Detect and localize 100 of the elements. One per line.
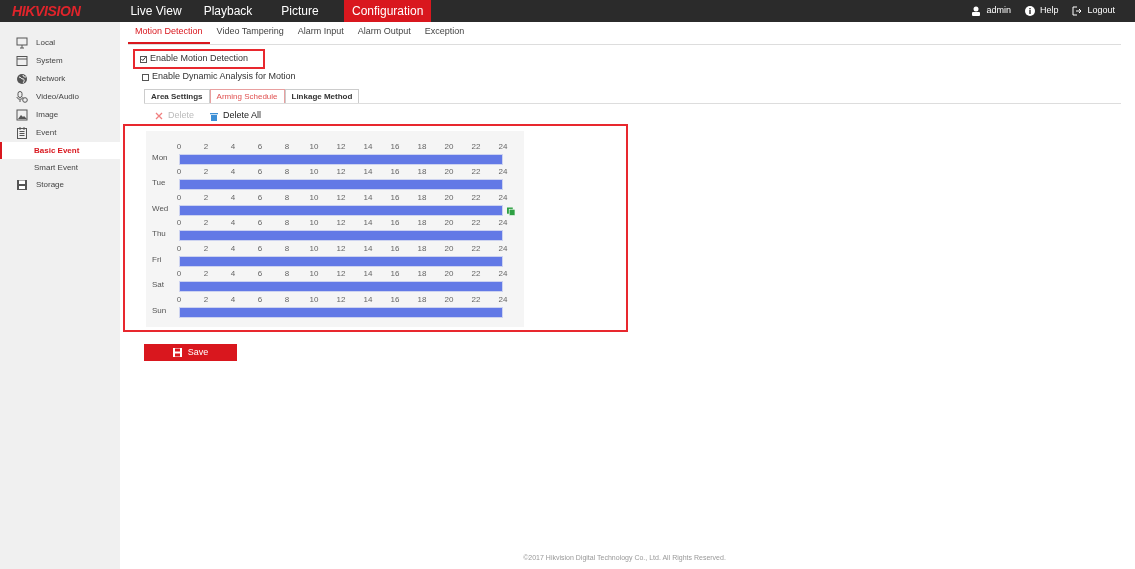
microphone-icon [16, 91, 28, 103]
schedule-bar[interactable] [179, 153, 503, 165]
sidebar-subitem[interactable]: Basic Event [0, 142, 120, 159]
sidebar-item[interactable]: Local [0, 34, 120, 52]
step-tab[interactable]: Arming Schedule [209, 89, 285, 103]
logout-icon [1072, 6, 1083, 16]
hour-label: 20 [444, 166, 454, 177]
schedule-bar[interactable] [179, 281, 503, 292]
sidebar-item[interactable]: System [0, 52, 120, 70]
step-tab[interactable]: Area Settings [144, 89, 210, 103]
user-icon [971, 6, 982, 16]
hour-label: 18 [417, 268, 427, 279]
hour-label: 2 [203, 293, 209, 305]
hour-label: 24 [498, 293, 508, 305]
hour-label: 24 [498, 268, 508, 279]
hour-label: 10 [309, 293, 319, 305]
hour-label: 14 [363, 268, 373, 279]
copy-icon[interactable] [507, 206, 515, 216]
hour-label: 16 [390, 191, 400, 203]
logo: HIKVISION [11, 1, 82, 21]
nav-tab[interactable]: Configuration [344, 0, 432, 22]
checkbox-option[interactable]: Enable Motion Detection [140, 52, 249, 66]
hour-label: 6 [257, 268, 263, 279]
hour-label: 2 [203, 242, 209, 254]
hour-label: 4 [230, 166, 236, 177]
hour-label: 6 [257, 217, 263, 228]
tab[interactable]: Exception [417, 24, 472, 44]
hour-label: 18 [417, 140, 427, 152]
monitor-icon [16, 37, 28, 49]
hour-label: 0 [176, 293, 182, 305]
day-label: Thu [152, 228, 167, 240]
hour-label: 2 [203, 217, 209, 228]
checkbox[interactable] [142, 73, 149, 81]
step-tab[interactable]: Linkage Method [284, 89, 360, 103]
hour-label: 20 [444, 293, 454, 305]
hour-label: 20 [444, 140, 454, 152]
schedule-bar[interactable] [179, 230, 503, 241]
hour-label: 16 [390, 242, 400, 254]
nav-tab[interactable]: Playback [192, 0, 264, 22]
day-label: Fri [152, 253, 163, 266]
hour-label: 16 [390, 166, 400, 177]
hour-label: 18 [417, 166, 427, 177]
hour-label: 10 [309, 191, 319, 203]
window-icon [16, 55, 28, 67]
sidebar-item[interactable]: Image [0, 106, 120, 124]
hour-label: 10 [309, 140, 319, 152]
schedule-bar[interactable] [179, 179, 503, 190]
hour-label: 24 [498, 242, 508, 254]
tab[interactable]: Video Tampering [209, 24, 291, 44]
nav-tab[interactable]: Live View [120, 0, 192, 22]
calendar-icon [16, 127, 28, 139]
checkbox-option[interactable]: Enable Dynamic Analysis for Motion [133, 69, 1121, 85]
hour-label: 8 [284, 293, 290, 305]
hour-label: 22 [471, 293, 481, 305]
save-button[interactable]: Save [144, 344, 237, 361]
sidebar-subitem[interactable]: Smart Event [0, 159, 120, 176]
image-icon [16, 109, 28, 121]
hour-label: 14 [363, 166, 373, 177]
hour-label: 10 [309, 268, 319, 279]
tab[interactable]: Alarm Output [350, 24, 418, 44]
day-label: Sat [152, 279, 165, 291]
hour-label: 12 [336, 217, 346, 228]
hour-label: 8 [284, 217, 290, 228]
info-icon [1024, 6, 1035, 16]
hour-label: 4 [230, 242, 236, 254]
hour-label: 18 [417, 293, 427, 305]
hour-label: 22 [471, 242, 481, 254]
hour-label: 0 [176, 166, 182, 177]
sidebar-item[interactable]: Video/Audio [0, 88, 120, 106]
hour-label: 2 [203, 166, 209, 177]
hour-label: 18 [417, 242, 427, 254]
sidebar-item[interactable]: Event [0, 124, 120, 142]
hour-label: 0 [176, 268, 182, 279]
header-link[interactable]: Help [1024, 4, 1059, 18]
toolbar-button[interactable]: Delete All [210, 109, 262, 123]
tab[interactable]: Alarm Input [290, 24, 351, 44]
hour-label: 12 [336, 140, 346, 152]
day-label: Sun [152, 304, 168, 317]
sidebar-item[interactable]: Storage [0, 176, 120, 194]
hour-label: 20 [444, 191, 454, 203]
header-link[interactable]: Logout [1072, 4, 1115, 18]
sidebar-item[interactable]: Network [0, 70, 120, 88]
header-link[interactable]: admin [971, 4, 1011, 18]
schedule-bar[interactable] [179, 204, 503, 216]
hour-label: 12 [336, 268, 346, 279]
schedule-bar[interactable] [179, 255, 503, 267]
hour-label: 6 [257, 140, 263, 152]
hour-label: 20 [444, 242, 454, 254]
hour-label: 4 [230, 217, 236, 228]
hour-label: 4 [230, 268, 236, 279]
schedule-bar[interactable] [179, 306, 503, 318]
hour-label: 10 [309, 166, 319, 177]
nav-tab[interactable]: Picture [264, 0, 336, 22]
hour-label: 14 [363, 140, 373, 152]
hour-label: 22 [471, 217, 481, 228]
hour-label: 6 [257, 166, 263, 177]
hour-label: 24 [498, 191, 508, 203]
hour-label: 10 [309, 242, 319, 254]
tab[interactable]: Motion Detection [128, 24, 210, 44]
checkbox[interactable] [140, 55, 147, 63]
